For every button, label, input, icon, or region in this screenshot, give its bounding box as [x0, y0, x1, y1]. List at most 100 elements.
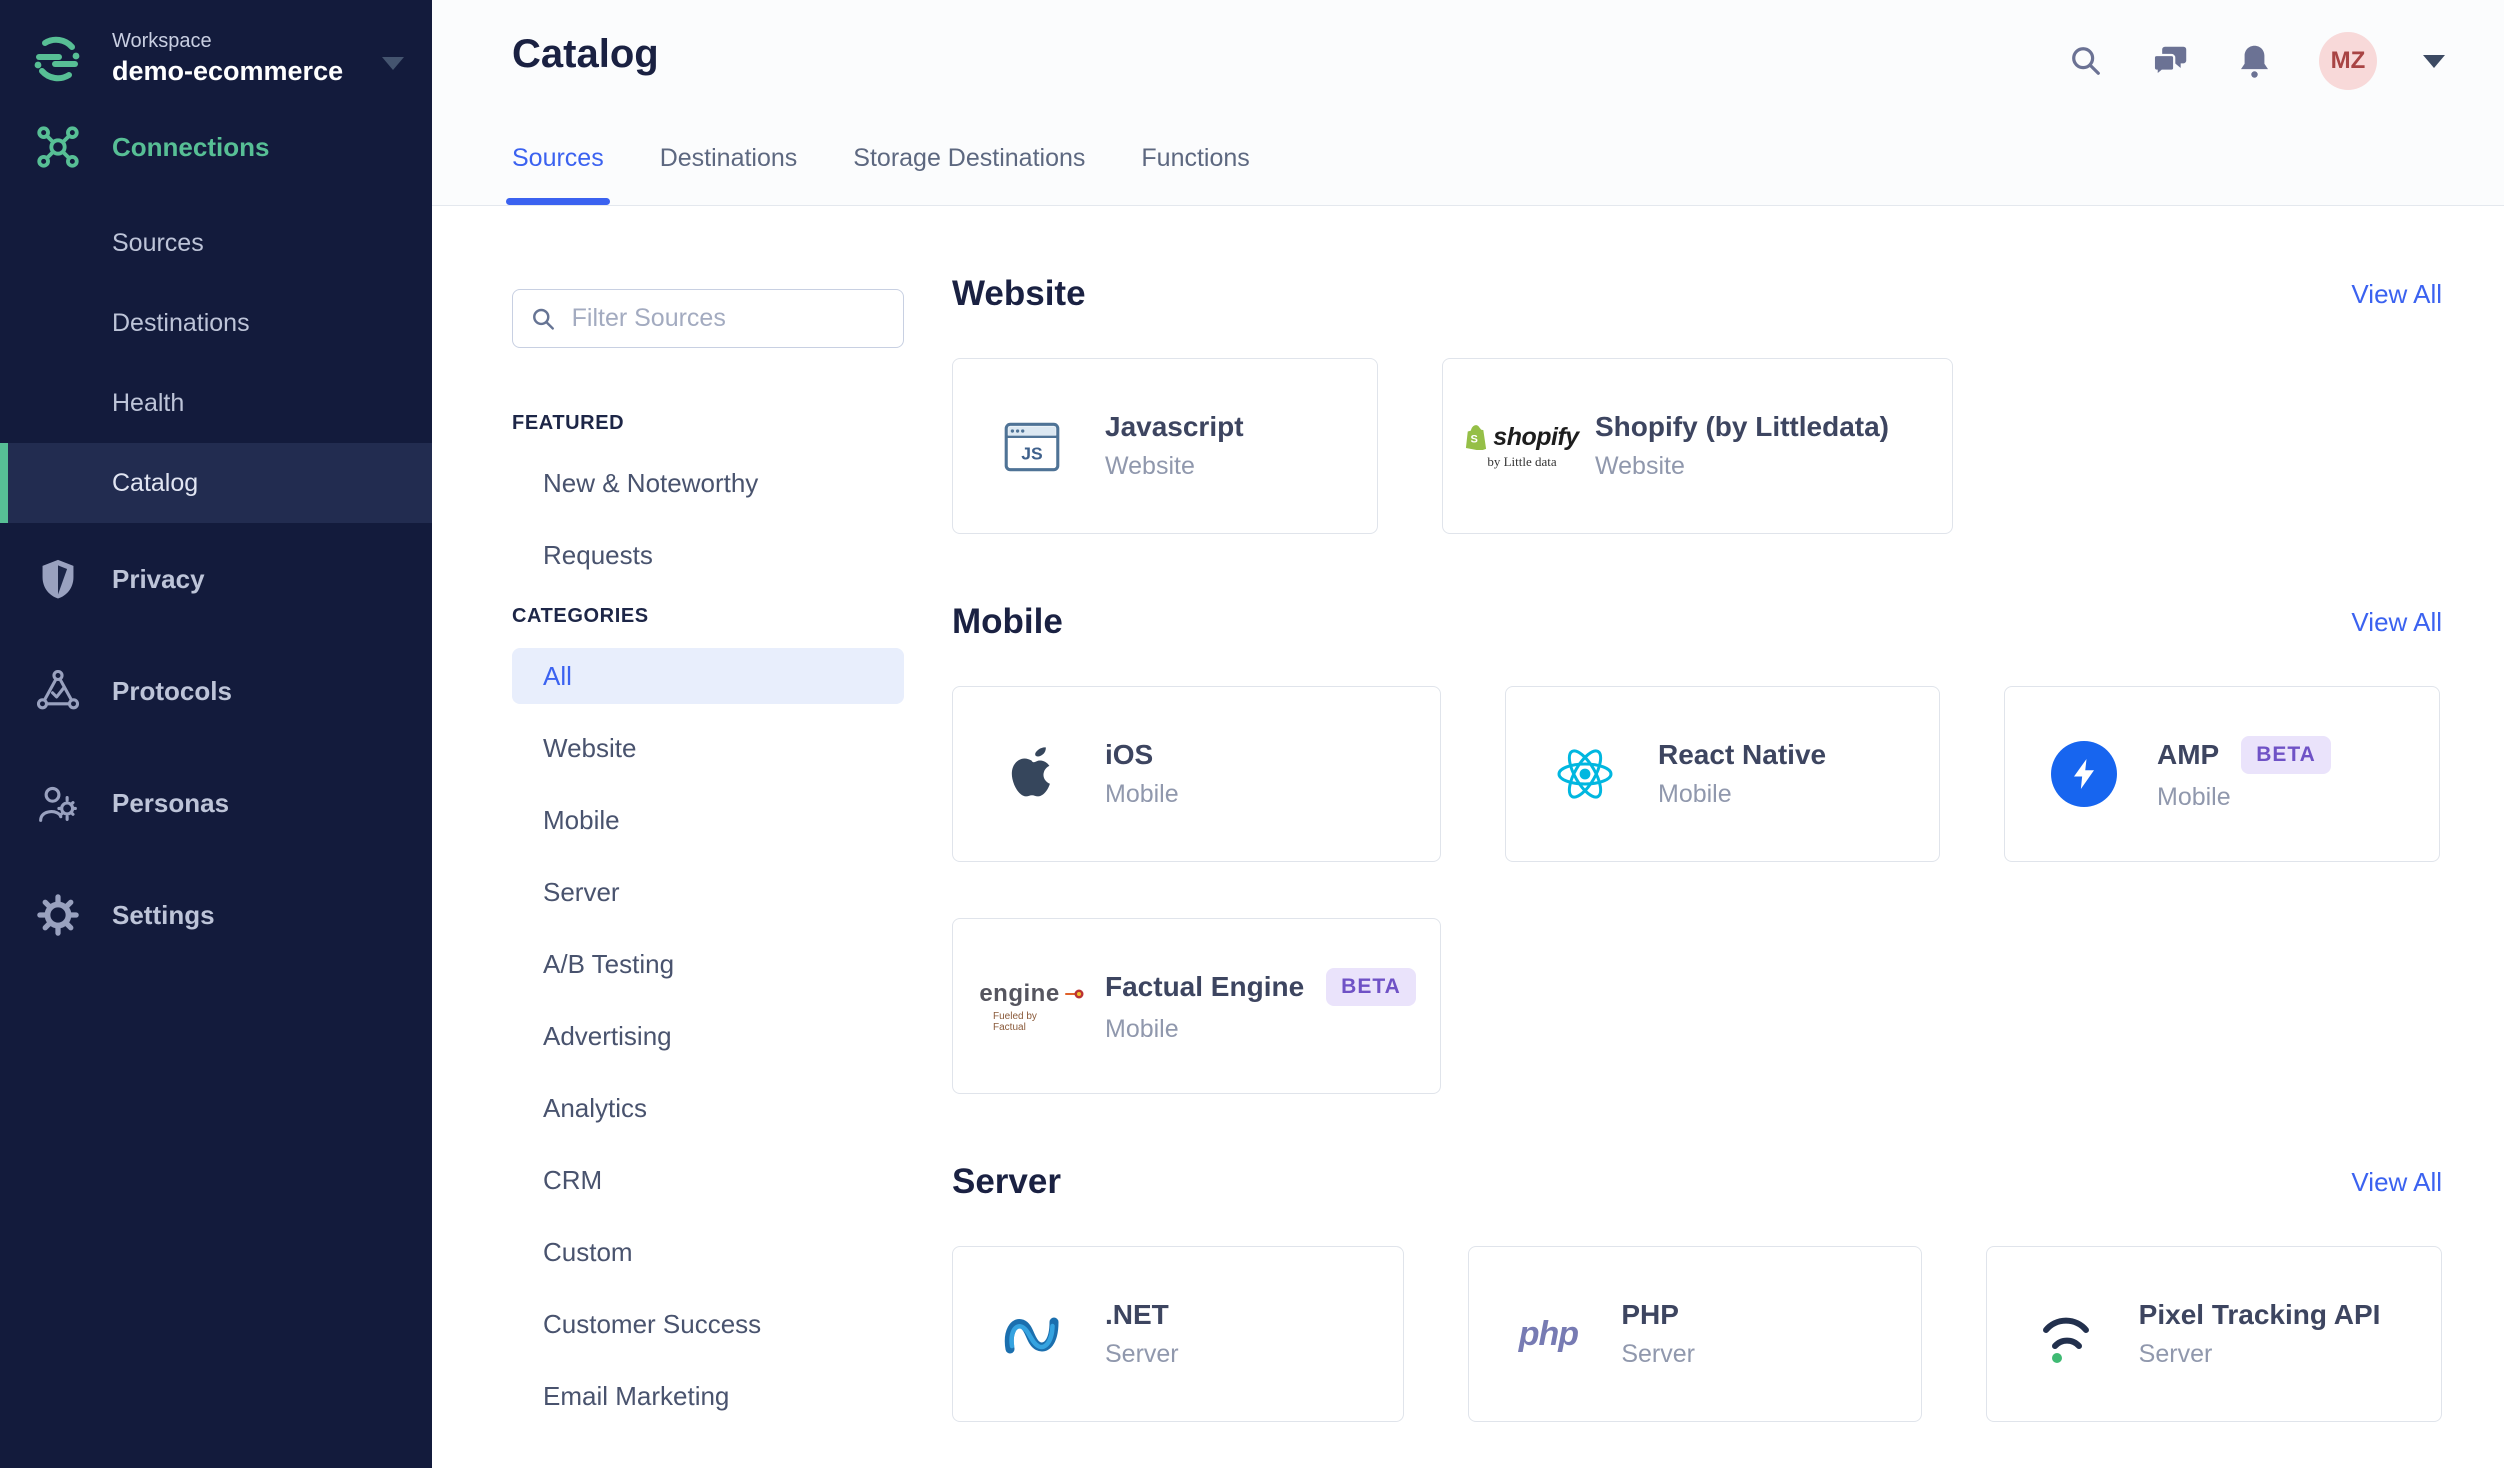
filter-sources-input[interactable] — [569, 303, 885, 334]
category-item-custom[interactable]: Custom — [512, 1224, 904, 1280]
category-item-crm[interactable]: CRM — [512, 1152, 904, 1208]
featured-label: FEATURED — [512, 412, 625, 434]
card-title: PHP — [1621, 1299, 1679, 1330]
source-card-factual-engine[interactable]: engine Fueled by Factual Factual Engine B… — [952, 918, 1441, 1094]
sidebar-item-personas[interactable]: Personas — [0, 763, 432, 843]
catalog-content: FEATURED New & Noteworthy Requests CATEG… — [432, 206, 2504, 1468]
react-icon — [1546, 742, 1624, 806]
source-card-amp[interactable]: AMP BETA Mobile — [2004, 686, 2440, 862]
sidebar: Workspace demo-ecommerce Connections Sou… — [0, 0, 432, 1468]
card-category: Website — [1595, 452, 1685, 480]
workspace-label: Workspace — [112, 30, 212, 52]
header-actions: MZ — [2067, 32, 2445, 90]
nav-item-label: Settings — [112, 899, 215, 930]
category-item-mobile[interactable]: Mobile — [512, 792, 904, 848]
sidebar-item-settings[interactable]: Settings — [0, 875, 432, 955]
card-title: AMP — [2157, 739, 2220, 770]
page-title: Catalog — [512, 32, 659, 76]
factual-engine-icon: engine Fueled by Factual — [979, 980, 1084, 1033]
section-title: Website — [952, 274, 1086, 313]
search-icon[interactable] — [2067, 42, 2105, 80]
sub-item-label: Destinations — [112, 308, 250, 337]
source-card-react-native[interactable]: React Native Mobile — [1505, 686, 1940, 862]
sub-item-label: Catalog — [112, 468, 199, 497]
card-category: Mobile — [1105, 1015, 1179, 1043]
factual-byline: Fueled by Factual — [993, 1010, 1037, 1033]
chat-icon[interactable] — [2151, 42, 2189, 80]
section-server: Server View All .NET Server php PHP Serv… — [952, 1158, 2442, 1422]
sidebar-item-sources[interactable]: Sources — [0, 203, 432, 283]
source-card-ios[interactable]: iOS Mobile — [952, 686, 1441, 862]
filter-sidebar: FEATURED New & Noteworthy Requests CATEG… — [512, 289, 904, 1440]
avatar[interactable]: MZ — [2319, 32, 2377, 90]
php-icon: php — [1509, 1315, 1587, 1354]
beta-badge: BETA — [1326, 968, 1416, 1006]
view-all-link[interactable]: View All — [2351, 607, 2442, 638]
svg-text:S: S — [1471, 434, 1478, 446]
sidebar-item-health[interactable]: Health — [0, 363, 432, 443]
source-card-pixel-tracking-api[interactable]: Pixel Tracking API Server — [1985, 1246, 2442, 1422]
category-item-email-marketing[interactable]: Email Marketing — [512, 1368, 904, 1424]
workspace-text: Workspace demo-ecommerce — [112, 30, 374, 87]
card-title: Shopify (by Littledata) — [1595, 411, 1889, 442]
section-mobile: Mobile View All iOS Mobile React Native … — [952, 598, 2442, 1094]
source-card-php[interactable]: php PHP Server — [1468, 1246, 1922, 1422]
search-icon — [533, 308, 554, 330]
dotnet-icon — [993, 1302, 1071, 1366]
source-card-shopify[interactable]: S shopify by Little data Shopify (by Lit… — [1442, 358, 1953, 534]
card-category: Mobile — [1105, 780, 1179, 808]
categories-label: CATEGORIES — [512, 605, 649, 627]
app-window: Workspace demo-ecommerce Connections Sou… — [0, 0, 2504, 1468]
apple-icon — [993, 742, 1071, 806]
sidebar-bottom-nav: Privacy Protocols Personas Settings — [0, 539, 432, 955]
category-item-customer-success[interactable]: Customer Success — [512, 1296, 904, 1352]
category-item-website[interactable]: Website — [512, 720, 904, 776]
javascript-icon: JS — [993, 413, 1071, 479]
featured-item-new-noteworthy[interactable]: New & Noteworthy — [512, 455, 904, 511]
category-item-ab-testing[interactable]: A/B Testing — [512, 936, 904, 992]
php-wordmark: php — [1518, 1314, 1579, 1353]
protocols-icon — [35, 668, 81, 714]
shopify-byline: by Little data — [1487, 453, 1557, 469]
bell-icon[interactable] — [2235, 42, 2273, 80]
view-all-link[interactable]: View All — [2351, 1167, 2442, 1198]
source-card-javascript[interactable]: JS Javascript Website — [952, 358, 1378, 534]
source-card-dotnet[interactable]: .NET Server — [952, 1246, 1405, 1422]
shopify-wordmark: shopify — [1493, 422, 1579, 451]
card-category: Mobile — [2157, 783, 2231, 811]
tab-destinations[interactable]: Destinations — [660, 144, 798, 205]
sidebar-item-connections[interactable]: Connections — [0, 107, 432, 187]
tab-sources[interactable]: Sources — [506, 144, 610, 205]
catalog-sections: Website View All JS Javascript Website S… — [952, 270, 2442, 1422]
featured-item-requests[interactable]: Requests — [512, 527, 904, 583]
tab-storage-destinations[interactable]: Storage Destinations — [853, 144, 1085, 205]
sidebar-item-catalog[interactable]: Catalog — [0, 443, 432, 523]
workspace-switcher[interactable]: Workspace demo-ecommerce — [0, 0, 432, 87]
settings-gear-icon — [35, 892, 81, 938]
sub-item-label: Sources — [112, 228, 204, 257]
category-item-all[interactable]: All — [512, 648, 904, 704]
sub-item-label: Health — [112, 388, 185, 417]
tab-functions[interactable]: Functions — [1141, 144, 1249, 205]
engine-wordmark: engine — [979, 979, 1060, 1007]
sidebar-item-privacy[interactable]: Privacy — [0, 539, 432, 619]
main-area: Catalog MZ Sources Destinations Storage … — [432, 0, 2504, 1468]
account-chevron-down-icon[interactable] — [2423, 54, 2445, 68]
personas-icon — [35, 780, 81, 826]
sidebar-nav: Connections Sources Destinations Health … — [0, 107, 432, 955]
category-item-server[interactable]: Server — [512, 864, 904, 920]
card-category: Server — [1105, 1340, 1179, 1368]
card-title: Pixel Tracking API — [2138, 1299, 2381, 1330]
sidebar-item-destinations[interactable]: Destinations — [0, 283, 432, 363]
chevron-down-icon[interactable] — [382, 57, 404, 70]
card-title: React Native — [1658, 739, 1827, 770]
filter-search-box[interactable] — [512, 289, 904, 348]
sidebar-item-protocols[interactable]: Protocols — [0, 651, 432, 731]
card-title: Factual Engine — [1105, 971, 1305, 1002]
view-all-link[interactable]: View All — [2351, 279, 2442, 310]
shopify-icon: S shopify by Little data — [1466, 423, 1579, 470]
category-item-analytics[interactable]: Analytics — [512, 1080, 904, 1136]
section-website: Website View All JS Javascript Website S… — [952, 270, 2442, 534]
shield-icon — [35, 556, 81, 602]
category-item-advertising[interactable]: Advertising — [512, 1008, 904, 1064]
